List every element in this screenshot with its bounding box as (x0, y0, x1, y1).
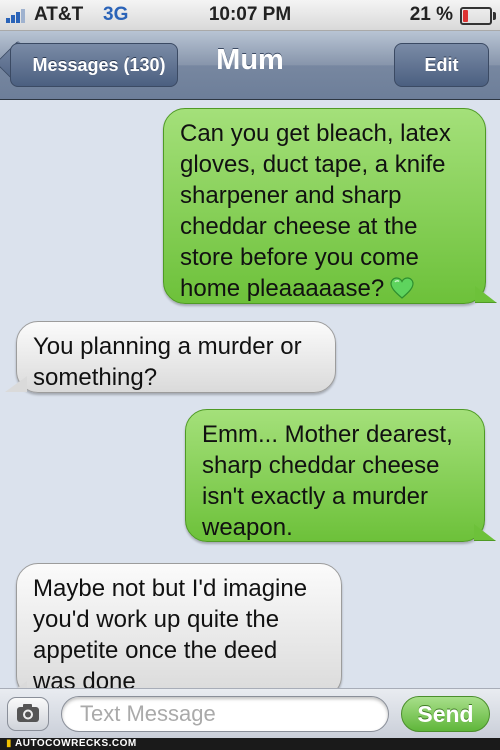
message-text: Emm... Mother dearest, sharp cheddar che… (202, 421, 453, 541)
camera-icon (17, 704, 39, 722)
bubble-tail (5, 681, 27, 688)
battery-icon (460, 7, 496, 25)
back-button-label[interactable]: Messages (130) (10, 43, 178, 87)
message-text: You planning a murder or something? (33, 333, 302, 391)
bubble-tail (475, 286, 497, 303)
navigation-bar: Messages (130) Mum Edit (0, 31, 500, 100)
bubble-tail (5, 376, 27, 392)
message-composer: Send (0, 688, 500, 739)
text-message-input[interactable] (61, 696, 389, 732)
edit-button[interactable]: Edit (394, 43, 489, 87)
green-heart-icon (390, 277, 414, 299)
conversation-title: Mum (216, 44, 284, 76)
bubble-tail (474, 524, 496, 541)
received-message-bubble[interactable]: You planning a murder or something? (5, 321, 336, 393)
message-text: Maybe not but I'd imagine you'd work up … (33, 575, 308, 688)
sent-message-bubble[interactable]: Emm... Mother dearest, sharp cheddar che… (185, 409, 496, 542)
received-message-bubble[interactable]: Maybe not but I'd imagine you'd work up … (5, 563, 342, 688)
battery-percent: 21 % (409, 4, 453, 25)
message-text: Can you get bleach, latex gloves, duct t… (180, 120, 451, 302)
watermark-strip: ▮ AUTOCOWRECKS.COM (0, 738, 500, 750)
watermark-logo-icon: ▮ (6, 738, 13, 749)
sent-message-bubble[interactable]: Can you get bleach, latex gloves, duct t… (163, 108, 497, 304)
watermark-text: AUTOCOWRECKS.COM (15, 738, 137, 749)
status-bar: AT&T 3G 10:07 PM 21 % (0, 0, 500, 31)
message-thread[interactable]: Can you get bleach, latex gloves, duct t… (0, 100, 500, 688)
send-button[interactable]: Send (401, 696, 490, 732)
camera-button[interactable] (7, 697, 49, 731)
